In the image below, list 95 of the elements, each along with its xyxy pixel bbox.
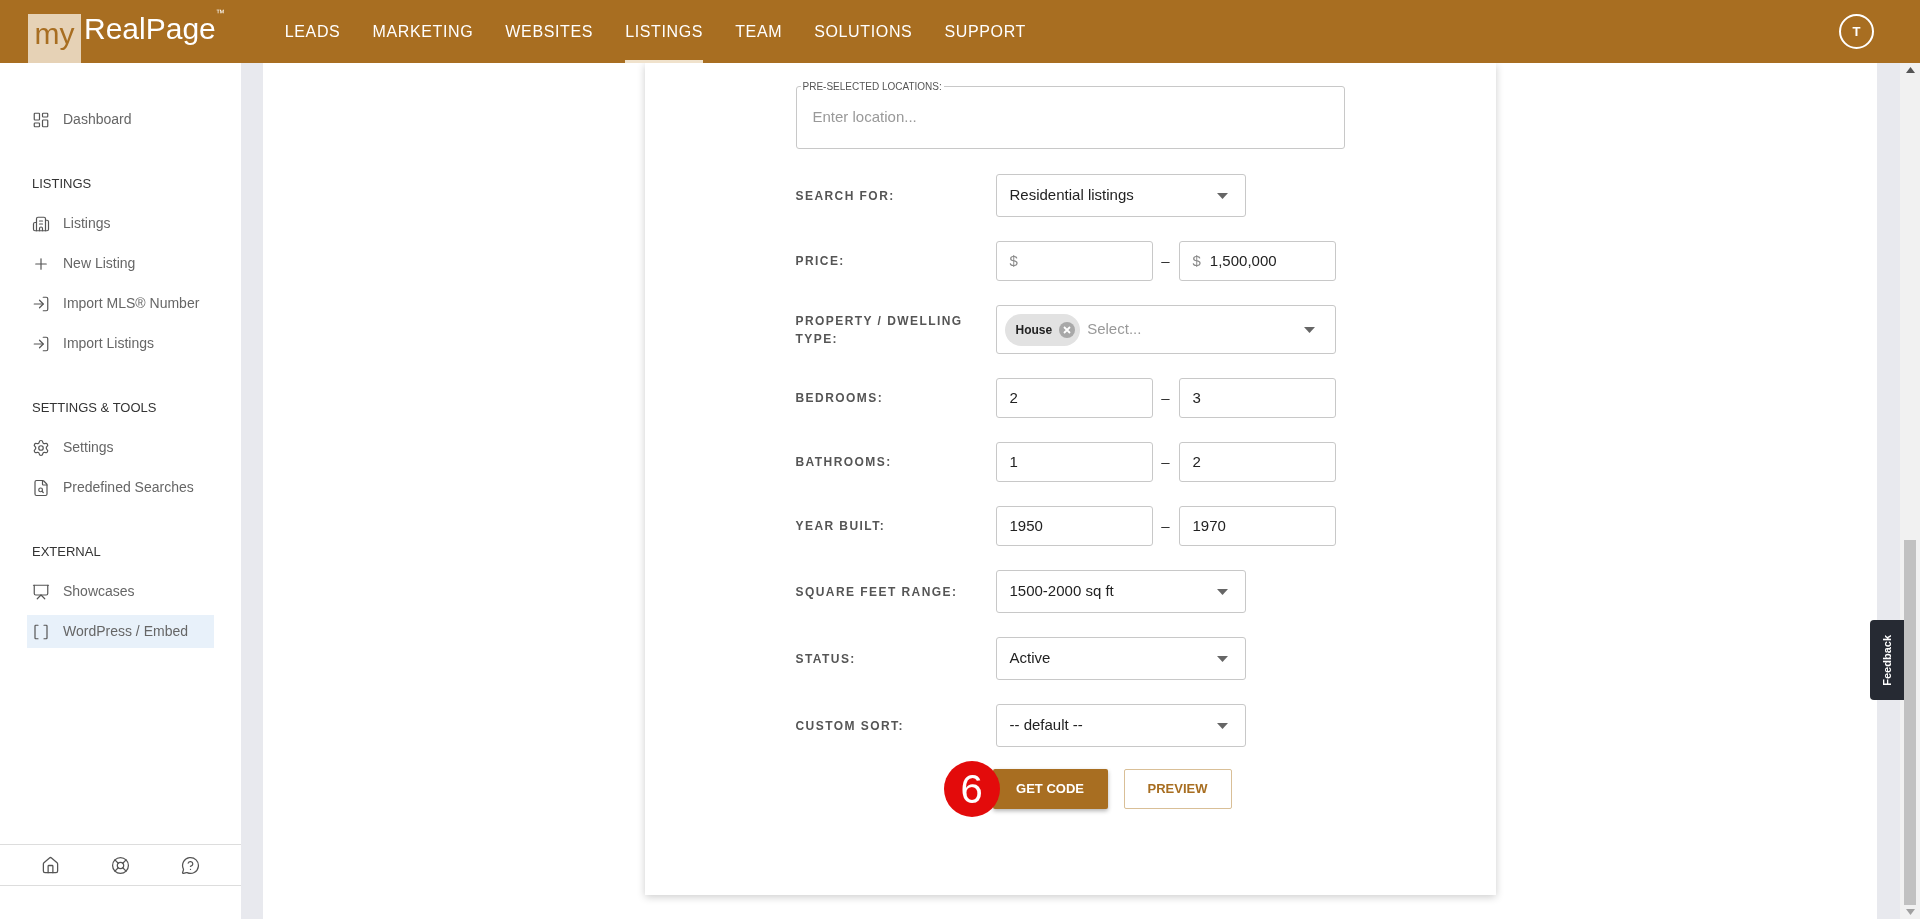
get-code-button[interactable]: GET CODE [992,769,1108,809]
brackets-icon [32,622,50,641]
range-dash: – [1160,515,1171,536]
section-heading: SETTINGS & TOOLS [31,399,158,417]
number-field[interactable]: 1950 [995,506,1153,546]
dropdown-select[interactable]: Residential listings [995,174,1246,217]
scrollbar[interactable] [1900,63,1920,919]
sidebar-item[interactable]: WordPress / Embed [27,615,214,648]
sidebar-label: Import Listings [63,334,155,353]
dropdown-select[interactable]: Active [995,637,1246,680]
caret-icon [1216,722,1228,729]
lifebuoy-icon[interactable] [111,855,130,875]
number-field[interactable]: 1 [995,442,1153,482]
field-value: 1950 [1009,515,1043,536]
field-value: 2 [1009,387,1018,408]
number-field[interactable]: $ [995,241,1153,281]
field-value: 2 [1192,451,1201,472]
help-chat-icon[interactable] [181,855,201,875]
nav-tab[interactable]: TEAM [735,0,783,63]
multi-select-field[interactable]: House Select... [995,305,1336,354]
range-dash: – [1160,451,1171,472]
field-label: PRICE: [795,253,846,270]
easel-icon [32,582,50,601]
field-value: 1 [1009,451,1018,472]
dollar-sign: $ [1009,250,1018,271]
caret-icon [1216,192,1228,199]
number-field[interactable]: 1970 [1178,506,1336,546]
range-dash: – [1160,250,1171,271]
nav-tab[interactable]: WEBSITES [505,0,594,63]
nav-tab[interactable]: SUPPORT [944,0,1026,63]
number-field[interactable]: 2 [995,378,1153,418]
sidebar-label: Predefined Searches [63,478,194,497]
logo-trademark: ™ [215,6,225,20]
preview-button[interactable]: PREVIEW [1123,769,1232,809]
field-label: STATUS: [795,650,857,668]
home-icon[interactable] [40,855,60,875]
number-field[interactable]: $ 1,500,000 [1178,241,1336,281]
sidebar-item[interactable]: Showcases [27,575,214,608]
sidebar-label: Dashboard [63,110,132,129]
number-field[interactable]: 3 [1178,378,1336,418]
sidebar-item[interactable]: Settings [27,431,214,464]
caret-icon [1303,326,1315,333]
scrollbar-thumb[interactable] [1904,540,1916,905]
field-value: 1970 [1192,515,1226,536]
dropdown-select[interactable]: 1500-2000 sq ft [995,570,1246,613]
dollar-sign: $ [1192,250,1201,271]
step-badge: 6 [943,761,1000,817]
sidebar-label: New Listing [63,254,136,273]
caret-icon [1216,588,1228,595]
sidebar-item[interactable]: Import Listings [27,327,214,360]
field-label: SQUARE FEET RANGE: [795,583,959,601]
sidebar-label: WordPress / Embed [63,622,188,641]
field-label: PROPERTY / DWELLING TYPE: [795,312,964,348]
nav-tab[interactable]: SOLUTIONS [814,0,913,63]
field-label: CUSTOM SORT: [795,717,905,735]
section-heading: EXTERNAL [31,543,102,561]
buildings-icon [32,214,50,233]
sidebar-label: Settings [63,438,114,457]
nav-tab[interactable]: LEADS [284,0,341,63]
import-icon [32,294,50,313]
location-input[interactable]: Enter location... [812,94,1328,138]
sidebar-item[interactable]: Import MLS® Number [27,287,214,320]
user-avatar[interactable]: T [1839,14,1874,49]
field-label: YEAR BUILT: [795,518,887,535]
location-field[interactable]: PRE-SELECTED LOCATIONS: Enter location... [795,79,1345,149]
sidebar-item[interactable]: New Listing [27,247,214,280]
location-legend: PRE-SELECTED LOCATIONS: [800,79,944,94]
caret-icon [1216,655,1228,662]
logo-name: RealPage [84,10,216,47]
document-search-icon [32,478,50,497]
field-label: BATHROOMS: [795,454,893,471]
field-value: 3 [1192,387,1201,408]
sidebar-item[interactable]: Predefined Searches [27,471,214,504]
field-label: SEARCH FOR: [795,187,896,205]
logo[interactable]: my RealPage™ [28,0,225,63]
field-value: 1,500,000 [1209,250,1277,271]
sidebar-item[interactable]: Dashboard [27,103,214,136]
logo-my: my [28,12,81,63]
section-heading: LISTINGS [31,175,93,193]
sidebar-label: Showcases [63,582,135,601]
feedback-tab[interactable]: Feedback [1870,620,1904,700]
tag-label: House [1015,321,1053,339]
sidebar-label: Listings [63,214,111,233]
dashboard-icon [32,110,50,129]
number-field[interactable]: 2 [1178,442,1336,482]
sidebar-label: Import MLS® Number [63,294,200,313]
range-dash: – [1160,387,1171,408]
nav-tab[interactable]: MARKETING [372,0,474,63]
settings-icon [32,438,50,457]
field-label: BEDROOMS: [795,390,885,407]
import-icon [32,334,50,353]
scroll-up-icon[interactable] [1905,67,1915,73]
sidebar-item[interactable]: Listings [27,207,214,240]
dropdown-select[interactable]: -- default -- [995,704,1246,747]
select-placeholder: Select... [1087,319,1143,340]
